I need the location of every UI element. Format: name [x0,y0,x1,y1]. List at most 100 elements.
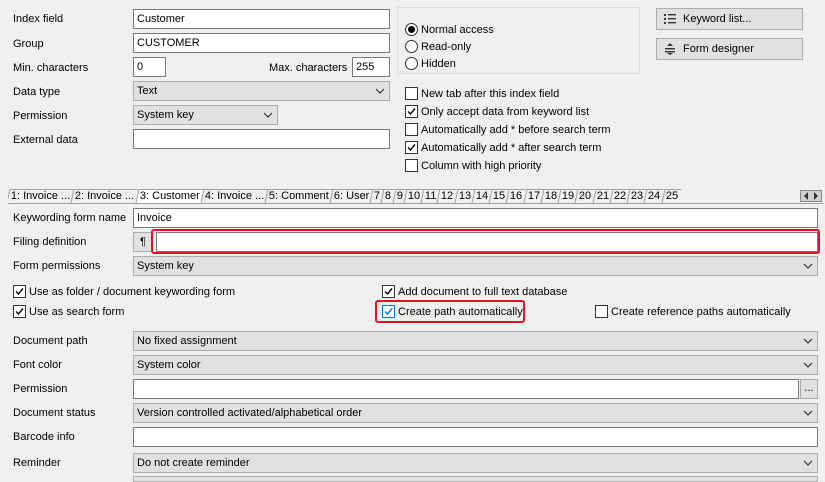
tab-label: 10 [407,190,420,202]
permission-input[interactable] [133,379,799,399]
use-as-folder-checkbox[interactable] [13,285,26,298]
tab-label: 16 [510,190,523,202]
partial-field-bottom [133,476,818,482]
tab-3[interactable]: 3: Customer [135,189,204,203]
barcode-info-label: Barcode info [13,431,75,443]
tab-label: 25 [665,190,678,202]
tab-label: 14 [475,190,488,202]
group-input[interactable]: CUSTOMER [133,33,390,53]
read-only-label: Read-only [421,41,472,53]
tab-5[interactable]: 5: Comment [264,189,333,203]
form-designer-label: Form designer [683,43,754,55]
tab-label: 9 [396,190,403,202]
tab-label: 22 [613,190,626,202]
min-characters-input[interactable]: 0 [133,57,166,77]
form-designer-icon [665,43,675,55]
keyword-list-button[interactable]: Keyword list... [656,8,803,30]
checkmark-icon [384,288,393,296]
create-ref-paths-label: Create reference paths automatically [611,306,791,318]
add-before-checkbox[interactable] [405,123,418,136]
form-designer-button[interactable]: Form designer [656,38,803,60]
chevron-down-icon [803,338,813,344]
form-permissions-select[interactable]: System key [133,256,818,276]
tab-label: 23 [630,190,644,202]
index-field-input[interactable]: Customer [133,9,390,29]
tab-label: 11 [424,190,437,202]
tab-label: 19 [561,190,575,202]
group-label: Group [13,38,44,50]
external-data-label: External data [13,134,78,146]
add-fulltext-label: Add document to full text database [398,286,568,298]
list-icon [664,14,676,24]
permission-select-top[interactable]: System key [133,105,278,125]
hidden-label: Hidden [421,58,456,70]
add-fulltext-checkbox[interactable] [382,285,395,298]
only-keyword-checkbox[interactable] [405,105,418,118]
chevron-down-icon [803,410,813,416]
tab-label: 17 [527,190,540,202]
tab-strip: 1: Invoice ... 2: Invoice ... 3: Customer 4… [8,189,823,204]
new-tab-label: New tab after this index field [421,88,560,100]
document-status-label: Document status [13,407,96,419]
document-path-select[interactable]: No fixed assignment [133,331,818,351]
keywording-form-name-label: Keywording form name [13,212,127,224]
keywording-form-name-input[interactable]: Invoice [133,208,818,228]
permission-label-top: Permission [13,110,68,122]
create-ref-paths-checkbox[interactable] [595,305,608,318]
document-status-select[interactable]: Version controlled activated/alphabetica… [133,403,818,423]
tab-25[interactable]: 25 [661,189,682,203]
tab-label: 12 [441,190,454,202]
tab-1[interactable]: 1: Invoice ... [8,189,74,203]
keyword-list-label: Keyword list... [683,13,752,25]
chevron-down-icon [263,112,273,118]
external-data-input[interactable] [133,129,390,149]
tab-label: 1: Invoice ... [10,190,71,202]
chevron-down-icon [803,460,813,466]
filing-definition-highlight [151,229,820,254]
reminder-label: Reminder [13,457,61,469]
checkmark-icon [15,308,24,316]
font-color-value: System color [137,359,201,371]
use-as-search-label: Use as search form [29,306,125,318]
document-path-value: No fixed assignment [137,335,237,347]
hidden-radio[interactable] [405,57,418,70]
filing-definition-button[interactable]: ¶ [133,232,153,252]
tab-4[interactable]: 4: Invoice ... [200,189,268,203]
tab-label: 3: Customer [139,190,200,202]
document-status-value: Version controlled activated/alphabetica… [137,407,363,419]
checkmark-icon [407,108,416,116]
tab-label: 2: Invoice ... [75,190,135,202]
tab-2[interactable]: 2: Invoice ... [70,189,139,203]
permission-value-top: System key [137,109,194,121]
chevron-down-icon [803,362,813,368]
tab-label: 8 [385,190,392,202]
normal-access-radio[interactable] [405,23,418,36]
new-tab-checkbox[interactable] [405,87,418,100]
barcode-info-input[interactable] [133,427,818,447]
tab-label: 18 [544,190,557,202]
tab-scroll-arrows-icon [804,192,818,200]
tab-label: 7 [374,190,381,202]
use-as-folder-label: Use as folder / document keywording form [29,286,236,298]
form-permissions-value: System key [137,260,194,272]
tab-scroll-buttons[interactable] [800,190,822,202]
font-color-select[interactable]: System color [133,355,818,375]
data-type-value: Text [137,85,158,97]
max-characters-input[interactable]: 255 [352,57,390,77]
tab-label: 4: Invoice ... [204,190,264,202]
ellipsis-icon: ... [804,382,814,394]
read-only-radio[interactable] [405,40,418,53]
add-after-checkbox[interactable] [405,141,418,154]
index-field-label: Index field [13,13,64,25]
tab-label: 5: Comment [268,190,329,202]
add-after-label: Automatically add * after search term [421,142,602,154]
use-as-search-checkbox[interactable] [13,305,26,318]
tab-label: 13 [458,190,471,202]
data-type-label: Data type [13,86,61,98]
permission-browse-button[interactable]: ... [800,379,818,399]
data-type-select[interactable]: Text [133,81,390,101]
reminder-select[interactable]: Do not create reminder [133,453,818,473]
font-color-label: Font color [13,359,62,371]
high-priority-checkbox[interactable] [405,159,418,172]
tab-6[interactable]: 6: User [329,189,373,203]
